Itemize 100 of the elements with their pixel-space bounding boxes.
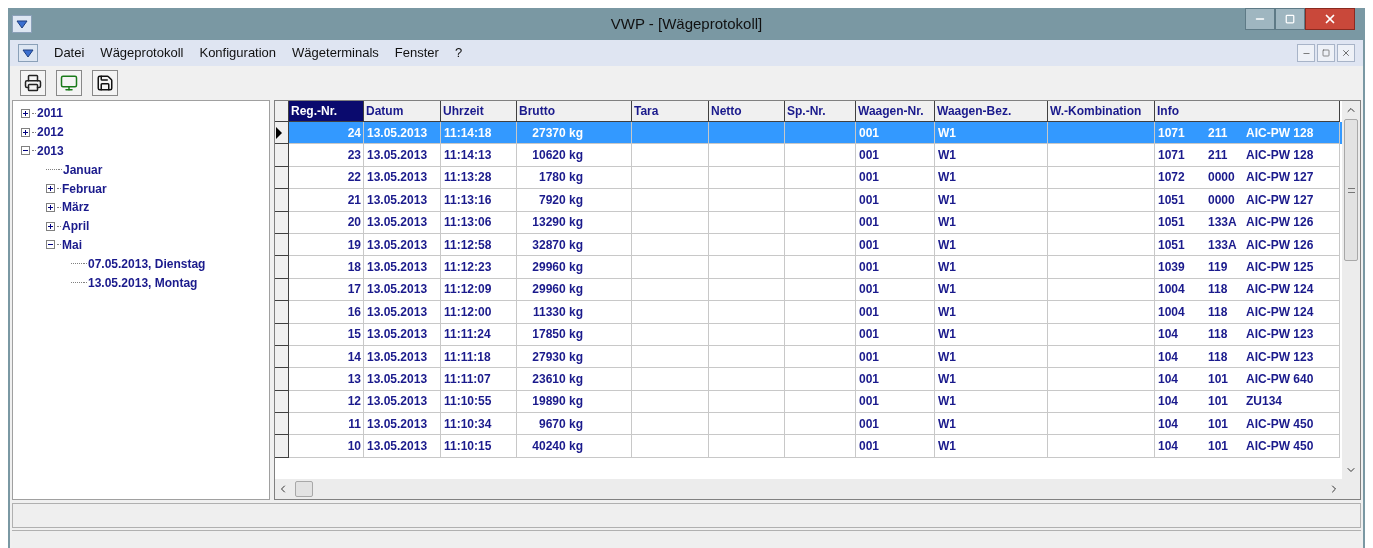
- column-header[interactable]: Netto: [709, 101, 785, 122]
- row-header[interactable]: [275, 390, 289, 414]
- expand-toggle[interactable]: [21, 108, 30, 118]
- row-header[interactable]: [275, 278, 289, 302]
- table-cell: W1: [935, 301, 1048, 324]
- table-row[interactable]: 16 13.05.2013 11:12:00 11330 kg 001 W1 1004 118 AIC-PW 124: [275, 301, 1342, 324]
- table-row[interactable]: 20 13.05.2013 11:13:06 13290 kg 001 W1 1051 133A AIC-PW 126: [275, 211, 1342, 234]
- table-row[interactable]: 19 13.05.2013 11:12:58 32870 kg 001 W1 1051 133A AIC-PW 126: [275, 233, 1342, 257]
- table-cell: 1039 119 AIC-PW 125: [1155, 256, 1340, 279]
- save-button[interactable]: [92, 70, 118, 96]
- table-cell: [785, 144, 856, 167]
- table-cell: 29960 kg: [517, 256, 632, 279]
- table-row[interactable]: 23 13.05.2013 11:14:13 10620 kg 001 W1 1071 211 AIC-PW 128: [275, 144, 1342, 167]
- table-cell: 7920 kg: [517, 189, 632, 212]
- system-menu-icon[interactable]: [12, 15, 32, 33]
- table-row[interactable]: 14 13.05.2013 11:11:18 27930 kg 001 W1 104 118 AIC-PW 123: [275, 345, 1342, 369]
- tree-item[interactable]: April: [62, 217, 90, 236]
- menu-item[interactable]: ?: [454, 43, 463, 63]
- column-header[interactable]: W.-Kombination: [1048, 101, 1155, 122]
- table-cell: 18: [289, 256, 364, 279]
- table-row[interactable]: 17 13.05.2013 11:12:09 29960 kg 001 W1 1004 118 AIC-PW 124: [275, 278, 1342, 302]
- table-cell: 104 118 AIC-PW 123: [1155, 323, 1340, 346]
- table-cell: 001: [856, 189, 935, 212]
- close-button[interactable]: [1337, 44, 1355, 62]
- row-header[interactable]: [275, 233, 289, 257]
- table-cell: 16: [289, 301, 364, 324]
- column-header[interactable]: Waagen-Bez.: [935, 101, 1048, 122]
- table-cell: 13.05.2013: [364, 211, 441, 234]
- table-cell: [785, 256, 856, 279]
- menu-item[interactable]: Datei: [54, 43, 85, 63]
- menu-item[interactable]: Fenster: [394, 43, 439, 63]
- row-header[interactable]: [275, 256, 289, 279]
- table-row[interactable]: 22 13.05.2013 11:13:28 1780 kg 001 W1 1072 0000 AIC-PW 127: [275, 166, 1342, 190]
- print-button[interactable]: [20, 70, 46, 96]
- row-header[interactable]: [275, 413, 289, 436]
- tree-item[interactable]: Februar: [62, 179, 107, 198]
- table-cell: 11330 kg: [517, 301, 632, 324]
- menu-item[interactable]: Wägeterminals: [292, 43, 379, 63]
- scroll-thumb[interactable]: [295, 481, 313, 497]
- table-row[interactable]: 18 13.05.2013 11:12:23 29960 kg 001 W1 1039 119 AIC-PW 125: [275, 256, 1342, 279]
- row-header[interactable]: [275, 323, 289, 346]
- tree-item[interactable]: 2012: [37, 123, 64, 142]
- expand-toggle[interactable]: [21, 127, 30, 137]
- tree-item[interactable]: Januar: [63, 160, 103, 179]
- table-row[interactable]: 15 13.05.2013 11:11:24 17850 kg 001 W1 104 118 AIC-PW 123: [275, 323, 1342, 346]
- row-header[interactable]: [275, 211, 289, 234]
- table-cell: 001: [856, 301, 935, 324]
- minimize-button[interactable]: [1245, 8, 1275, 30]
- table-cell: 104 101 AIC-PW 450: [1155, 435, 1340, 458]
- table-cell: 13: [289, 368, 364, 391]
- table-row[interactable]: 13 13.05.2013 11:11:07 23610 kg 001 W1 104 101 AIC-PW 640: [275, 368, 1342, 391]
- column-header[interactable]: Uhrzeit: [441, 101, 517, 122]
- tree-item[interactable]: 07.05.2013, Dienstag: [88, 254, 206, 273]
- scroll-thumb[interactable]: [1344, 119, 1358, 261]
- row-header[interactable]: [275, 189, 289, 212]
- vertical-scrollbar[interactable]: [1342, 101, 1360, 479]
- tree-item[interactable]: 2011: [37, 104, 64, 123]
- table-row[interactable]: 21 13.05.2013 11:13:16 7920 kg 001 W1 1051 0000 AIC-PW 127: [275, 189, 1342, 212]
- column-header[interactable]: Sp.-Nr.: [785, 101, 856, 122]
- tree-item[interactable]: März: [62, 198, 90, 217]
- menu-item[interactable]: Konfiguration: [199, 43, 277, 63]
- column-header[interactable]: Brutto: [517, 101, 632, 122]
- tree-item[interactable]: 2013: [37, 142, 64, 160]
- row-header[interactable]: [275, 368, 289, 391]
- table-row[interactable]: 10 13.05.2013 11:10:15 40240 kg 001 W1 104 101 AIC-PW 450: [275, 435, 1342, 458]
- menu-item[interactable]: Wägeprotokoll: [100, 43, 184, 63]
- close-button[interactable]: [1305, 8, 1355, 30]
- column-header[interactable]: Tara: [632, 101, 709, 122]
- column-header[interactable]: Datum: [364, 101, 441, 122]
- table-cell: 21: [289, 189, 364, 212]
- column-header[interactable]: Waagen-Nr.: [856, 101, 935, 122]
- row-header[interactable]: [275, 435, 289, 458]
- tree-item[interactable]: 13.05.2013, Montag: [88, 273, 198, 292]
- table-cell: 001: [856, 323, 935, 346]
- tree-item[interactable]: Mai: [62, 235, 82, 254]
- current-row-icon: [275, 126, 283, 139]
- collapse-toggle[interactable]: [46, 240, 55, 250]
- row-header[interactable]: [275, 144, 289, 167]
- table-row[interactable]: 12 13.05.2013 11:10:55 19890 kg 001 W1 104 101 ZU134: [275, 390, 1342, 414]
- row-header[interactable]: [275, 301, 289, 324]
- row-header[interactable]: [275, 166, 289, 190]
- table-row[interactable]: 11 13.05.2013 11:10:34 9670 kg 001 W1 104 101 AIC-PW 450: [275, 413, 1342, 436]
- document-menu-icon[interactable]: [18, 44, 38, 62]
- expand-toggle[interactable]: [46, 202, 55, 212]
- expand-toggle[interactable]: [46, 184, 55, 194]
- table-cell: 001: [856, 368, 935, 391]
- monitor-button[interactable]: [56, 70, 82, 96]
- row-header[interactable]: [275, 122, 289, 145]
- maximize-button[interactable]: [1275, 8, 1305, 30]
- window-title: VWP - [Wägeprotokoll]: [610, 13, 763, 34]
- row-header[interactable]: [275, 345, 289, 369]
- collapse-toggle[interactable]: [21, 146, 30, 156]
- table-cell: 13.05.2013: [364, 144, 441, 167]
- table-cell: [785, 301, 856, 324]
- column-header[interactable]: Info: [1155, 101, 1340, 122]
- table-cell: 13.05.2013: [364, 256, 441, 279]
- horizontal-scrollbar[interactable]: [275, 479, 1360, 499]
- close-icon: [1323, 12, 1337, 26]
- column-header[interactable]: Reg.-Nr.: [289, 101, 364, 122]
- expand-toggle[interactable]: [46, 221, 55, 231]
